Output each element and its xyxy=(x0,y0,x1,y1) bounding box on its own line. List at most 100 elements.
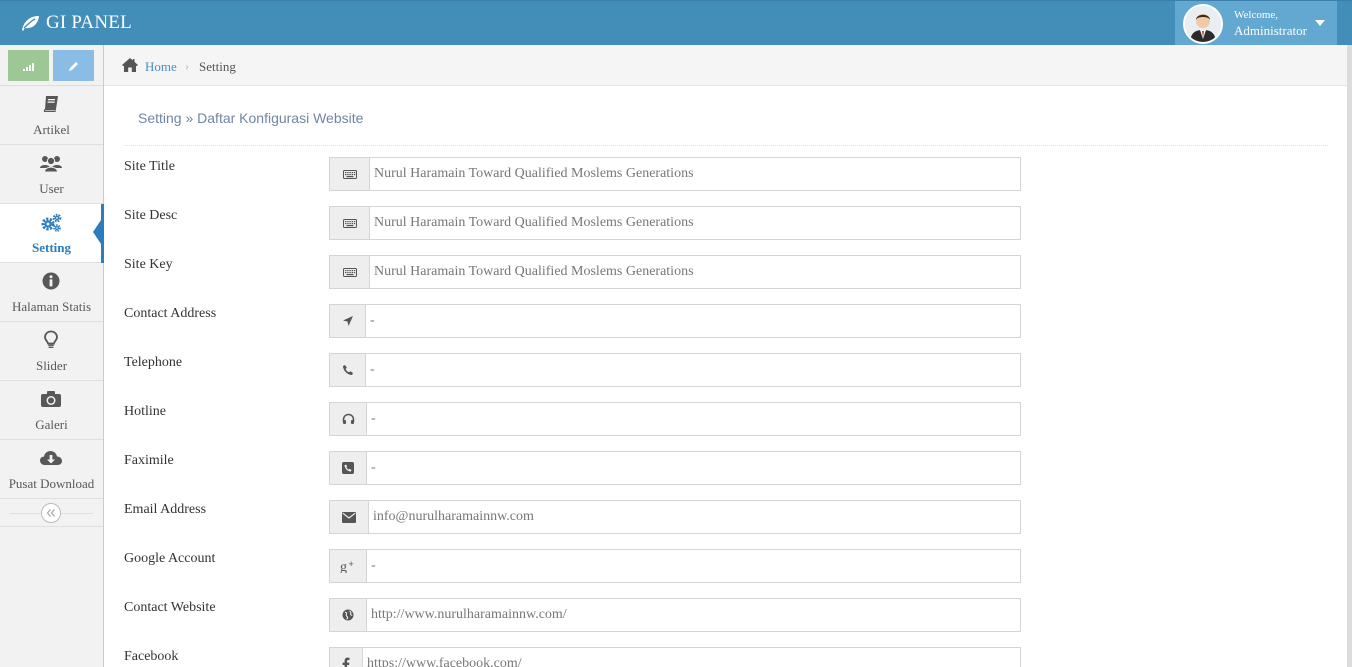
form-row-site-title: Site Title xyxy=(124,157,1021,192)
brand[interactable]: GI PANEL xyxy=(20,11,132,35)
sidebar-item-label: Setting xyxy=(32,240,71,255)
headphones-icon xyxy=(330,403,367,435)
input-group xyxy=(329,598,1021,632)
input-group xyxy=(329,451,1021,485)
phone-icon xyxy=(330,354,366,386)
caret-down-icon[interactable] xyxy=(1315,20,1325,26)
users-icon xyxy=(40,156,62,173)
keyboard-icon xyxy=(330,207,370,239)
sidebar-item-halaman-statis[interactable]: Halaman Statis xyxy=(0,263,103,322)
form-row-email-address: Email Address xyxy=(124,500,1021,535)
field-label: Site Desc xyxy=(124,208,178,223)
google-account-input[interactable] xyxy=(367,550,1020,582)
lightbulb-icon xyxy=(44,330,58,348)
brand-title: GI PANEL xyxy=(46,12,132,33)
field-label: Faximile xyxy=(124,453,174,468)
sidebar-item-user[interactable]: User xyxy=(0,145,103,204)
sidebar-shortcuts xyxy=(0,45,103,86)
field-label: Email Address xyxy=(124,502,207,517)
site-desc-input[interactable] xyxy=(370,207,1020,239)
form-row-site-key: Site Key xyxy=(124,255,1021,290)
pencil-icon xyxy=(68,61,78,71)
sidebar-item-label: Halaman Statis xyxy=(11,299,92,314)
double-angle-left-icon xyxy=(46,509,55,517)
form-row-contact-website: Contact Website xyxy=(124,598,1021,633)
keyboard-icon xyxy=(330,158,370,190)
avatar xyxy=(1183,4,1223,44)
user-menu[interactable]: Welcome, Administrator xyxy=(1175,1,1337,46)
input-group xyxy=(329,304,1021,338)
form-row-google-account: Google Account g + xyxy=(124,549,1021,584)
input-group: g + xyxy=(329,549,1021,583)
svg-text:+: + xyxy=(349,559,354,569)
scrollbar[interactable] xyxy=(1347,45,1352,667)
field-label: Telephone xyxy=(124,355,183,370)
sidebar-item-pusat-download[interactable]: Pusat Download xyxy=(0,440,103,499)
form-row-faximile: Faximile xyxy=(124,451,1021,486)
form-row-site-desc: Site Desc xyxy=(124,206,1021,241)
contact-address-input[interactable] xyxy=(366,305,1020,337)
welcome-text: Welcome, xyxy=(1234,9,1279,21)
sidebar-item-galeri[interactable]: Galeri xyxy=(0,381,103,440)
page-title: Setting » Daftar Konfigurasi Website xyxy=(138,110,364,126)
signal-icon xyxy=(22,62,34,71)
telephone-input[interactable] xyxy=(366,354,1020,386)
input-group xyxy=(329,206,1021,240)
email-address-input[interactable] xyxy=(369,501,1020,533)
site-title-input[interactable] xyxy=(370,158,1020,190)
sidebar-item-label: Galeri xyxy=(35,417,68,432)
envelope-icon xyxy=(330,501,369,533)
page-header: Setting » Daftar Konfigurasi Website xyxy=(124,100,1328,146)
breadcrumb-home-link[interactable]: Home xyxy=(145,59,177,75)
form-row-contact-address: Contact Address xyxy=(124,304,1021,339)
breadcrumb: Home › Setting xyxy=(104,45,1347,86)
facebook-input[interactable] xyxy=(363,648,1020,667)
sidebar-item-label: Pusat Download xyxy=(8,476,95,491)
field-label: Google Account xyxy=(124,551,216,566)
shortcut-stats-button[interactable] xyxy=(8,50,49,81)
form-row-hotline: Hotline xyxy=(124,402,1021,437)
sidebar-item-slider[interactable]: Slider xyxy=(0,322,103,381)
user-info: Welcome, Administrator xyxy=(1234,8,1307,38)
field-label: Hotline xyxy=(124,404,166,419)
breadcrumb-current: Setting xyxy=(199,59,236,74)
cogs-icon xyxy=(41,213,62,232)
book-icon xyxy=(43,96,58,112)
globe-icon xyxy=(330,599,367,631)
field-label: Site Title xyxy=(124,159,175,174)
shortcut-edit-button[interactable] xyxy=(53,50,94,81)
input-group xyxy=(329,353,1021,387)
contact-website-input[interactable] xyxy=(367,599,1020,631)
sidebar-item-artikel[interactable]: Artikel xyxy=(0,86,103,145)
field-label: Facebook xyxy=(124,649,179,664)
sidebar-collapse-row xyxy=(0,500,103,527)
home-icon xyxy=(122,58,138,72)
camera-icon xyxy=(41,391,61,407)
keyboard-icon xyxy=(330,256,370,288)
input-group xyxy=(329,255,1021,289)
location-arrow-icon xyxy=(330,305,366,337)
input-group xyxy=(329,500,1021,534)
input-group xyxy=(329,157,1021,191)
svg-text:g: g xyxy=(340,560,347,573)
cloud-download-icon xyxy=(40,451,62,465)
scrollbar-thumb[interactable] xyxy=(1347,45,1352,667)
sidebar-item-setting[interactable]: Setting xyxy=(0,204,104,263)
info-circle-icon xyxy=(42,272,60,290)
sidebar-item-label: Artikel xyxy=(33,122,70,137)
faximile-input[interactable] xyxy=(367,452,1020,484)
sidebar-item-label: Slider xyxy=(35,358,68,373)
leaf-icon xyxy=(22,16,39,31)
field-label: Contact Address xyxy=(124,306,217,321)
user-name: Administrator xyxy=(1234,23,1307,38)
sidebar-collapse-button[interactable] xyxy=(41,503,61,523)
input-group xyxy=(329,402,1021,436)
field-label: Site Key xyxy=(124,257,173,272)
hotline-input[interactable] xyxy=(367,403,1020,435)
navbar: GI PANEL Welcome, Administrator xyxy=(0,0,1352,46)
field-label: Contact Website xyxy=(124,600,216,615)
site-key-input[interactable] xyxy=(370,256,1020,288)
facebook-icon xyxy=(330,648,363,667)
form-row-telephone: Telephone xyxy=(124,353,1021,388)
phone-square-icon xyxy=(330,452,367,484)
